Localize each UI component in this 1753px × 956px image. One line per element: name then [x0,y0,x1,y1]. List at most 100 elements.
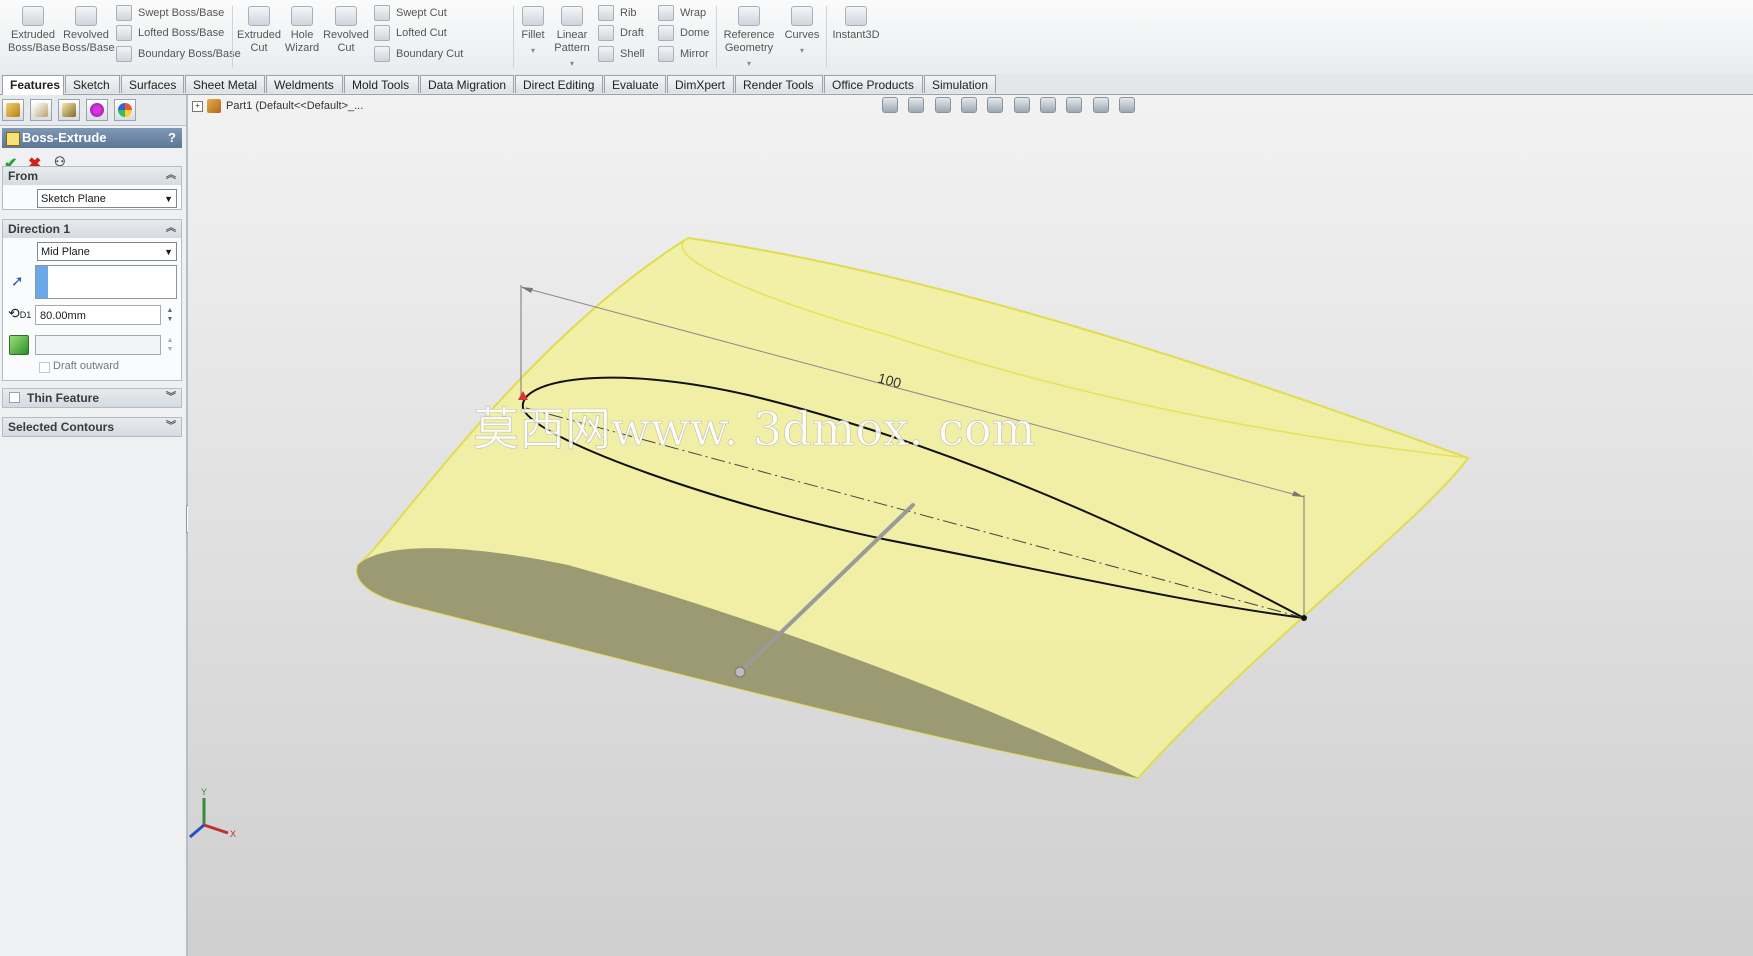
apply-scene-icon[interactable] [1092,97,1109,113]
triad-y-label: Y [201,787,207,797]
chevron-down-icon: ▼ [164,247,173,257]
dropdown-arrow-icon: ▾ [530,46,535,55]
draft-outward-label: Draft outward [53,360,120,372]
tab-evaluate[interactable]: Evaluate [604,75,666,93]
extrude-icon [22,6,44,26]
draft-outward-checkbox [39,362,50,373]
tab-sheet-metal[interactable]: Sheet Metal [185,75,265,93]
display-style-icon[interactable] [1013,97,1030,113]
solidworks-window: Extruded Boss/Base Revolved Boss/Base Sw… [0,0,1753,956]
tab-simulation[interactable]: Simulation [924,75,996,93]
manager-tabs [0,95,186,126]
loft-cut-icon [374,25,390,42]
draft-angle-input [35,335,161,355]
instant3d-button[interactable]: Instant3D [830,6,882,42]
reference-geometry-button[interactable]: Reference Geometry ▾ [720,6,778,70]
expand-chevron-icon[interactable]: ︾ [166,389,176,407]
edit-appearance-icon[interactable] [1066,97,1083,113]
dimxpert-icon [90,103,104,117]
hide-show-items-icon[interactable] [1040,97,1057,113]
dome-icon [658,25,674,42]
curves-button[interactable]: Curves ▾ [782,6,822,57]
depth-input[interactable]: 80.00mm [35,305,161,325]
revolved-boss-button[interactable]: Revolved Boss/Base [62,6,115,55]
dimension-arrow-left [521,287,533,293]
feature-icon [6,132,20,146]
section-view-icon[interactable] [961,97,978,113]
part-icon [207,99,221,113]
view-settings-icon[interactable] [1119,97,1136,113]
linear-pattern-button[interactable]: Linear Pattern ▾ [550,6,594,70]
revolve-cut-icon [335,6,357,26]
tab-features[interactable]: Features [2,75,64,95]
collapse-chevron-icon[interactable]: ︽ [166,220,176,238]
feature-tree-icon [6,103,20,117]
extrude-handle-ball [734,666,746,678]
tab-data-migration[interactable]: Data Migration [420,75,514,93]
direction1-section-header[interactable]: Direction 1 ︽ [3,220,181,238]
heads-up-view-toolbar [882,97,1142,117]
graphics-area[interactable]: 100 莫西网www. 3dmox. com Y X + Part1 (Defau… [188,95,1753,956]
fillet-button[interactable]: Fillet ▾ [518,6,548,57]
direction-arrow-icon[interactable]: ➚ [11,272,24,290]
thin-feature-header[interactable]: Thin Feature ︾ [3,389,181,407]
expand-chevron-icon[interactable]: ︾ [166,418,176,436]
hole-wizard-button[interactable]: Hole Wizard [282,6,322,55]
selected-contours-header[interactable]: Selected Contours ︾ [3,418,181,436]
wrap-button[interactable]: Wrap [658,4,706,22]
property-manager-tab[interactable] [30,99,52,121]
selection-indicator [36,266,48,298]
feature-manager-tab[interactable] [2,99,24,121]
lofted-cut-button[interactable]: Lofted Cut [374,24,447,42]
tab-render-tools[interactable]: Render Tools [735,75,823,93]
draft-button[interactable]: Draft [598,24,644,42]
extrude-cut-icon [248,6,270,26]
mirror-button[interactable]: Mirror [658,45,709,63]
zoom-to-area-icon[interactable] [908,97,925,113]
command-manager-ribbon: Extruded Boss/Base Revolved Boss/Base Sw… [0,0,1753,75]
rib-icon [598,5,614,22]
dome-button[interactable]: Dome [658,24,709,42]
revolved-cut-button[interactable]: Revolved Cut [322,6,370,55]
tab-surfaces[interactable]: Surfaces [121,75,184,93]
tab-sketch[interactable]: Sketch [65,75,120,93]
profile-endpoint [1301,615,1307,621]
zoom-to-fit-icon[interactable] [882,97,898,113]
expand-plus-icon[interactable]: + [192,100,203,112]
help-icon[interactable]: ? [168,128,176,148]
view-orientation-icon[interactable] [987,97,1004,113]
boundary-cut-button[interactable]: Boundary Cut [374,45,463,63]
tab-direct-editing[interactable]: Direct Editing [515,75,603,93]
depth-spinner[interactable]: ▲ ▼ [165,306,175,324]
shell-button[interactable]: Shell [598,45,644,63]
direction-selection-box[interactable] [35,265,177,299]
loft-icon [116,25,132,42]
boundary-boss-button[interactable]: Boundary Boss/Base [116,45,241,63]
boundary-icon [116,46,132,63]
swept-cut-button[interactable]: Swept Cut [374,4,447,22]
tab-dimxpert[interactable]: DimXpert [667,75,734,93]
rib-button[interactable]: Rib [598,4,637,22]
draft-on-off-icon[interactable] [9,335,29,355]
thin-feature-checkbox[interactable] [9,392,20,403]
from-section-header[interactable]: From ︽ [3,167,181,185]
triad-x-label: X [230,829,236,839]
tab-office-products[interactable]: Office Products [824,75,923,93]
previous-view-icon[interactable] [934,97,951,113]
collapse-chevron-icon[interactable]: ︽ [166,167,176,185]
property-manager-icon [34,103,48,117]
shell-icon [598,46,614,63]
swept-boss-button[interactable]: Swept Boss/Base [116,4,224,22]
tab-weldments[interactable]: Weldments [266,75,343,93]
feature-tree-flyout[interactable]: + Part1 (Default<<Default>_... [192,99,363,113]
from-start-condition-select[interactable]: Sketch Plane ▼ [37,189,177,208]
lofted-boss-button[interactable]: Lofted Boss/Base [116,24,224,42]
dimxpert-manager-tab[interactable] [86,99,108,121]
dropdown-arrow-icon: ▾ [746,59,751,68]
extruded-boss-button[interactable]: Extruded Boss/Base [8,6,61,55]
tab-mold-tools[interactable]: Mold Tools [344,75,419,93]
end-condition-select[interactable]: Mid Plane ▼ [37,242,177,261]
display-manager-tab[interactable] [114,99,136,121]
extruded-cut-button[interactable]: Extruded Cut [236,6,282,55]
configuration-manager-tab[interactable] [58,99,80,121]
